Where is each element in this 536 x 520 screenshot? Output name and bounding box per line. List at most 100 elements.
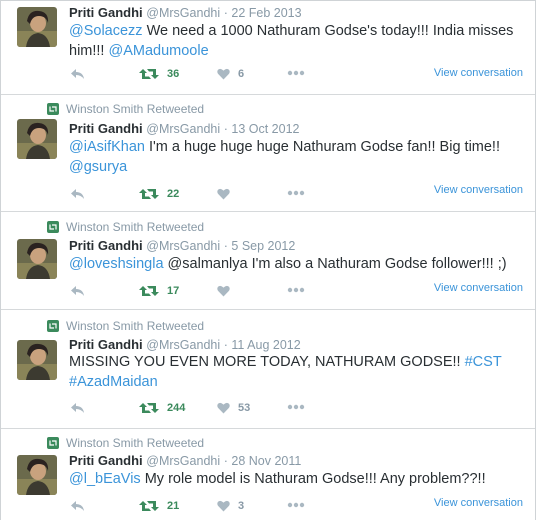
retweeted-by-label[interactable]: Winston Smith Retweeted [66, 319, 204, 333]
tweet-actions: 244 53 [69, 402, 369, 418]
author-handle[interactable]: @MrsGandhi [146, 454, 220, 468]
author-name[interactable]: Priti Gandhi [69, 5, 143, 20]
avatar[interactable] [17, 119, 57, 159]
avatar[interactable] [17, 7, 57, 47]
retweet-icon [139, 189, 159, 199]
reply-icon [71, 286, 84, 296]
tweet-actions: 22 [69, 188, 369, 204]
retweet-count: 21 [167, 500, 180, 512]
retweeted-by-label[interactable]: Winston Smith Retweeted [66, 220, 204, 234]
favorite-button[interactable]: 6 [217, 68, 244, 80]
more-icon [287, 404, 305, 410]
mention-link[interactable]: @AMadumoole [108, 43, 208, 59]
tweet-feed: Priti Gandhi @MrsGandhi · 22 Feb 2013 @S… [0, 0, 536, 520]
hashtag-link[interactable]: #AzadMaidan [69, 374, 158, 390]
mention-link[interactable]: @Solacezz [69, 23, 143, 39]
tweet[interactable]: Priti Gandhi @MrsGandhi · 22 Feb 2013 @S… [1, 1, 535, 95]
view-conversation-link[interactable]: View conversation [434, 282, 523, 294]
avatar[interactable] [17, 239, 57, 279]
retweet-button[interactable]: 21 [139, 500, 179, 512]
tweet-actions: 17 [69, 285, 369, 301]
tweet-text: @loveshsingla @salmanlya I'm also a Nath… [69, 254, 519, 274]
more-button[interactable] [287, 287, 305, 293]
author-name[interactable]: Priti Gandhi [69, 337, 143, 352]
reply-icon [71, 403, 84, 413]
more-button[interactable] [287, 404, 305, 410]
retweeted-by-label[interactable]: Winston Smith Retweeted [66, 102, 204, 116]
tweet-date[interactable]: 5 Sep 2012 [231, 239, 295, 253]
author-handle[interactable]: @MrsGandhi [146, 338, 220, 352]
heart-icon [217, 402, 230, 414]
retweet-icon [139, 403, 159, 413]
retweet-button[interactable]: 22 [139, 188, 179, 200]
retweet-button[interactable]: 17 [139, 285, 179, 297]
heart-icon [217, 188, 230, 200]
favorite-button[interactable]: 53 [217, 402, 250, 414]
retweeted-by-label[interactable]: Winston Smith Retweeted [66, 436, 204, 450]
tweet-date[interactable]: 11 Aug 2012 [231, 338, 300, 352]
tweet[interactable]: Winston Smith Retweeted Priti Gandhi @Mr… [1, 212, 535, 310]
hashtag-link[interactable]: #CST [465, 354, 502, 370]
avatar[interactable] [17, 455, 57, 495]
reply-icon [71, 69, 84, 79]
retweet-count: 22 [167, 188, 180, 200]
reply-button[interactable] [71, 188, 85, 200]
mention-link[interactable]: @gsurya [69, 159, 127, 175]
heart-icon [217, 500, 230, 512]
retweeted-icon [47, 320, 59, 332]
retweet-icon [139, 69, 159, 79]
reply-icon [71, 501, 84, 511]
tweet-date[interactable]: 28 Nov 2011 [231, 454, 301, 468]
reply-button[interactable] [71, 285, 85, 297]
favorite-button[interactable] [217, 285, 238, 297]
favorite-button[interactable] [217, 188, 238, 200]
mention-link[interactable]: @l_bEaVis [69, 471, 141, 487]
retweet-count: 17 [167, 285, 180, 297]
author-name[interactable]: Priti Gandhi [69, 238, 143, 253]
favorite-button[interactable]: 3 [217, 500, 244, 512]
tweet-header: Priti Gandhi @MrsGandhi · 5 Sep 2012 [69, 238, 295, 253]
tweet[interactable]: Winston Smith Retweeted Priti Gandhi @Mr… [1, 429, 535, 520]
tweet[interactable]: Winston Smith Retweeted Priti Gandhi @Mr… [1, 95, 535, 212]
view-conversation-link[interactable]: View conversation [434, 67, 523, 79]
more-button[interactable] [287, 190, 305, 196]
retweet-button[interactable]: 244 [139, 402, 185, 414]
avatar[interactable] [17, 340, 57, 380]
author-name[interactable]: Priti Gandhi [69, 121, 143, 136]
heart-icon [217, 68, 230, 80]
more-button[interactable] [287, 502, 305, 508]
text-segment: My role model is Nathuram Godse!!! Any p… [140, 471, 486, 487]
text-segment: I'm a huge huge huge Nathuram Godse fan!… [144, 139, 500, 155]
author-handle[interactable]: @MrsGandhi [146, 239, 220, 253]
tweet-text: @l_bEaVis My role model is Nathuram Gods… [69, 469, 519, 489]
view-conversation-link[interactable]: View conversation [434, 184, 523, 196]
tweet-date[interactable]: 13 Oct 2012 [231, 122, 299, 136]
mention-link[interactable]: @loveshsingla [69, 256, 164, 272]
tweet-date[interactable]: 22 Feb 2013 [231, 6, 301, 20]
author-handle[interactable]: @MrsGandhi [146, 6, 220, 20]
text-segment: MISSING YOU EVEN MORE TODAY, NATHURAM GO… [69, 354, 465, 370]
tweet-text: @iAsifKhan I'm a huge huge huge Nathuram… [69, 137, 519, 177]
more-button[interactable] [287, 70, 305, 76]
favorite-count: 6 [238, 68, 245, 80]
reply-button[interactable] [71, 402, 85, 414]
more-icon [287, 287, 305, 293]
retweet-icon [139, 286, 159, 296]
retweeted-icon [47, 437, 59, 449]
tweet-header: Priti Gandhi @MrsGandhi · 11 Aug 2012 [69, 337, 301, 352]
tweet-actions: 21 3 [69, 500, 369, 516]
mention-link[interactable]: @iAsifKhan [69, 139, 145, 155]
tweet[interactable]: Winston Smith Retweeted Priti Gandhi @Mr… [1, 310, 535, 429]
tweet-header: Priti Gandhi @MrsGandhi · 13 Oct 2012 [69, 121, 300, 136]
tweet-header: Priti Gandhi @MrsGandhi · 28 Nov 2011 [69, 453, 301, 468]
view-conversation-link[interactable]: View conversation [434, 497, 523, 509]
tweet-text: @Solacezz We need a 1000 Nathuram Godse'… [69, 21, 519, 61]
reply-button[interactable] [71, 68, 85, 80]
retweet-button[interactable]: 36 [139, 68, 179, 80]
author-handle[interactable]: @MrsGandhi [146, 122, 220, 136]
author-name[interactable]: Priti Gandhi [69, 453, 143, 468]
retweet-icon [139, 501, 159, 511]
more-icon [287, 190, 305, 196]
tweet-header: Priti Gandhi @MrsGandhi · 22 Feb 2013 [69, 5, 302, 20]
reply-button[interactable] [71, 500, 85, 512]
